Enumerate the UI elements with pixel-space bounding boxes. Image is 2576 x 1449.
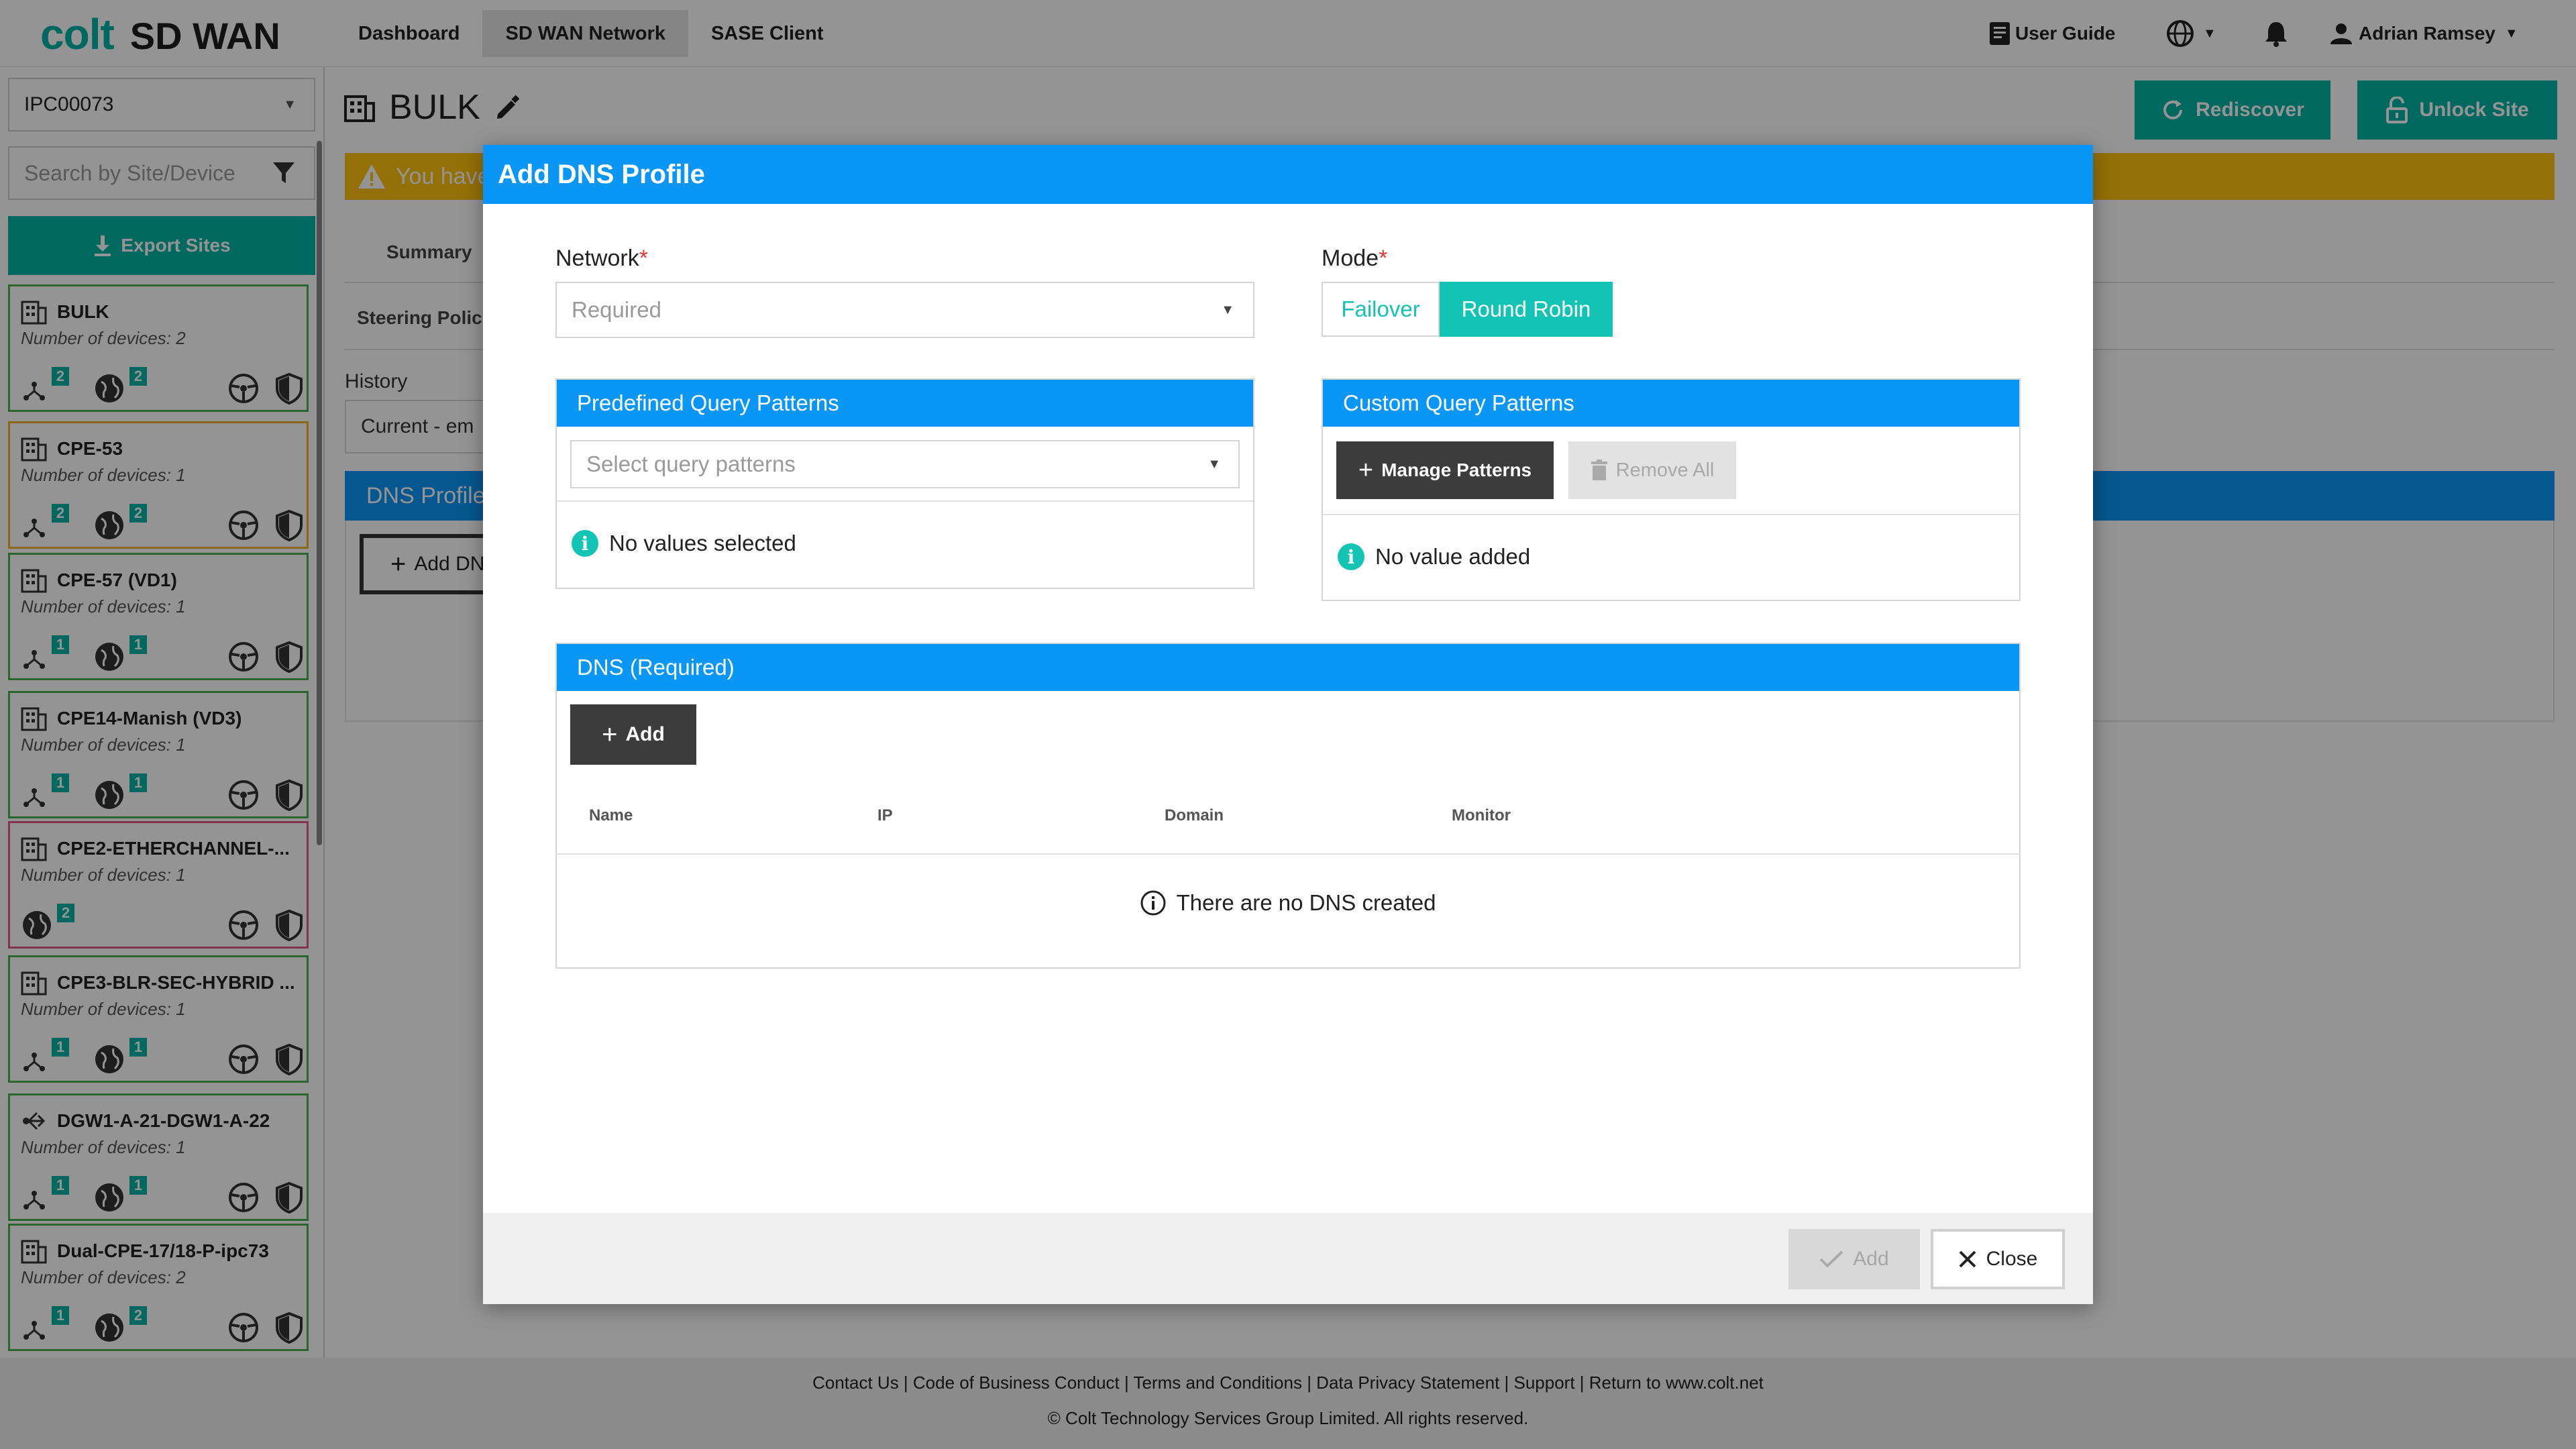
modal-add-button[interactable]: Add [1788, 1229, 1920, 1289]
modal-footer: Add Close [483, 1213, 2093, 1304]
predefined-patterns-title: Predefined Query Patterns [577, 390, 839, 415]
network-select[interactable]: Required ▼ [555, 282, 1254, 338]
manage-patterns-label: Manage Patterns [1381, 460, 1532, 480]
mode-label: Mode* [1322, 246, 1387, 272]
check-icon [1819, 1250, 1843, 1268]
query-patterns-placeholder: Select query patterns [586, 451, 796, 476]
network-label-text: Network [555, 246, 639, 271]
mode-toggle: Failover Round Robin [1322, 282, 1613, 337]
info-icon: i [1338, 543, 1364, 570]
dns-servers-panel: DNS (Required) + Add Name IP Domain Moni… [555, 643, 2021, 969]
dns-servers-title: DNS (Required) [577, 655, 735, 680]
network-placeholder: Required [572, 297, 661, 322]
column-header-monitor[interactable]: Monitor [1452, 806, 1511, 825]
predefined-empty-text: No values selected [609, 531, 796, 555]
manage-patterns-button[interactable]: + Manage Patterns [1336, 441, 1554, 499]
mode-failover-option[interactable]: Failover [1322, 282, 1440, 337]
add-dns-button[interactable]: + Add [570, 704, 696, 765]
modal-header: Add DNS Profile [483, 145, 2093, 204]
info-outline-icon [1140, 890, 1166, 916]
mode-label-text: Mode [1322, 246, 1379, 271]
info-icon: i [572, 530, 598, 557]
dns-servers-header: DNS (Required) [557, 644, 2019, 691]
network-label: Network* [555, 246, 648, 272]
column-header-domain[interactable]: Domain [1165, 806, 1224, 825]
predefined-empty-state: i No values selected [572, 530, 796, 557]
predefined-patterns-header: Predefined Query Patterns [557, 380, 1253, 427]
modal-title: Add DNS Profile [498, 159, 705, 189]
modal-close-button[interactable]: Close [1931, 1229, 2065, 1289]
custom-empty-state: i No value added [1338, 543, 1530, 570]
custom-patterns-panel: Custom Query Patterns + Manage Patterns … [1322, 378, 2021, 601]
required-mark: * [639, 246, 648, 271]
mode-round-robin-option[interactable]: Round Robin [1440, 282, 1613, 337]
custom-patterns-title: Custom Query Patterns [1343, 390, 1574, 415]
dns-empty-state: There are no DNS created [557, 890, 2019, 916]
add-dns-profile-modal: Add DNS Profile Network* Required ▼ Mode… [483, 145, 2093, 1304]
modal-add-label: Add [1853, 1248, 1889, 1270]
remove-all-label: Remove All [1615, 459, 1715, 481]
chevron-down-icon: ▼ [1208, 456, 1221, 472]
close-icon [1959, 1250, 1976, 1268]
plus-icon: + [602, 719, 618, 749]
trash-icon [1591, 460, 1607, 480]
custom-patterns-header: Custom Query Patterns [1323, 380, 2019, 427]
chevron-down-icon: ▼ [1221, 302, 1234, 317]
column-header-ip[interactable]: IP [877, 806, 893, 825]
plus-icon: + [1358, 455, 1374, 484]
predefined-patterns-panel: Predefined Query Patterns Select query p… [555, 378, 1254, 589]
dns-empty-text: There are no DNS created [1176, 890, 1436, 915]
modal-close-label: Close [1986, 1248, 2038, 1270]
divider [557, 853, 2019, 855]
custom-empty-text: No value added [1375, 544, 1531, 569]
divider [1323, 514, 2019, 515]
add-dns-label: Add [625, 723, 665, 745]
divider [557, 500, 1253, 502]
required-mark: * [1379, 246, 1388, 271]
query-patterns-select[interactable]: Select query patterns ▼ [570, 440, 1240, 488]
remove-all-button[interactable]: Remove All [1568, 441, 1736, 499]
column-header-name[interactable]: Name [589, 806, 633, 825]
